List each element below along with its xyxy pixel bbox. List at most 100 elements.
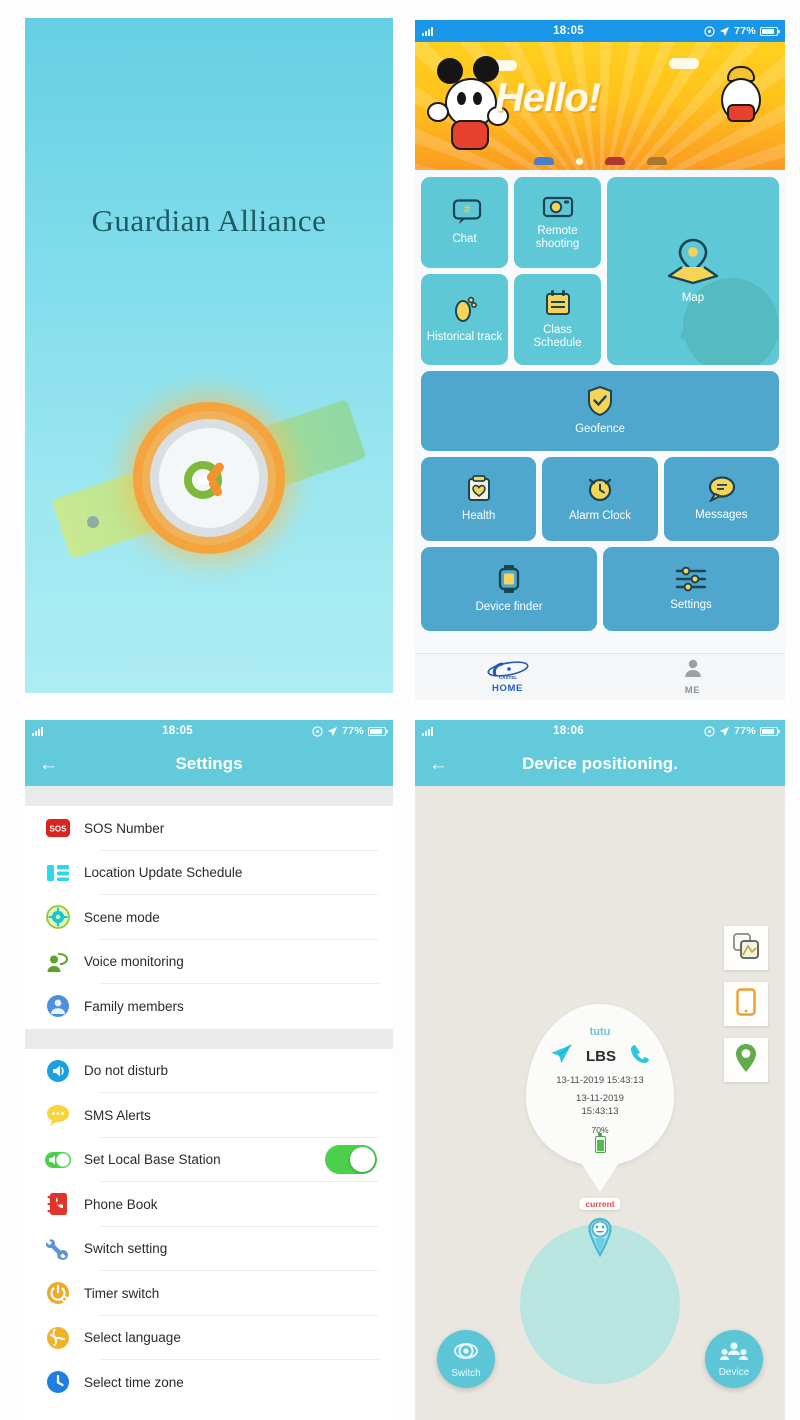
settings-row-family-members[interactable]: Family members xyxy=(25,984,393,1029)
battery-percent: 77% xyxy=(734,725,756,737)
settings-row-label: SMS Alerts xyxy=(84,1107,151,1123)
map-navbar: ← Device positioning. xyxy=(415,742,785,786)
settings-row-label: Timer switch xyxy=(84,1285,160,1301)
settings-row-phone-book[interactable]: Phone Book xyxy=(25,1182,393,1227)
tile-chat[interactable]: # Chat xyxy=(421,177,508,268)
map-layers-icon xyxy=(733,932,759,964)
navigate-icon[interactable] xyxy=(550,1044,572,1069)
location-arrow-icon xyxy=(719,726,730,736)
settings-row-label: Family members xyxy=(84,998,184,1014)
settings-screen: 18:05 77% ← Settings SOS SOS Number Loca… xyxy=(25,720,393,1420)
section-divider xyxy=(25,1028,393,1049)
tile-label: Historical track xyxy=(426,330,503,343)
tile-label: Geofence xyxy=(575,423,625,435)
tile-settings[interactable]: Settings xyxy=(603,547,779,631)
settings-row-timer-switch[interactable]: Timer switch xyxy=(25,1271,393,1316)
section-divider xyxy=(25,786,393,806)
tile-geofence[interactable]: Geofence xyxy=(421,371,779,451)
tile-label: Chat xyxy=(452,232,477,245)
device-group-icon xyxy=(720,1341,748,1366)
camera-icon xyxy=(542,194,574,222)
device-phone-button[interactable] xyxy=(724,982,768,1026)
settings-row-select-language[interactable]: Select language xyxy=(25,1316,393,1360)
cartoon-mascot-secondary-icon xyxy=(711,64,771,136)
family-group-icon xyxy=(45,993,71,1019)
settings-row-label: Voice monitoring xyxy=(84,954,184,970)
tab-me[interactable]: ME xyxy=(600,658,785,696)
statusbar-settings: 18:05 77% xyxy=(25,720,393,742)
alarm-icon xyxy=(704,725,715,737)
device-list-button[interactable]: Device xyxy=(705,1330,763,1388)
home-screen: 18:05 77% ✈ xyxy=(415,20,785,700)
statusbar-home: 18:05 77% xyxy=(415,20,785,42)
alarm-clock-icon xyxy=(586,475,614,507)
svg-text:#: # xyxy=(463,204,470,216)
statusbar-time: 18:05 xyxy=(553,25,584,37)
device-info-popup[interactable]: tutu LBS 13-11-2019 15:43:13 13-11-2019 … xyxy=(526,1004,674,1166)
message-bubble-icon xyxy=(706,476,736,506)
tile-column-left: # Chat Remote shooting Historical track … xyxy=(421,177,601,365)
base-station-toggle[interactable] xyxy=(325,1145,377,1175)
tab-home[interactable]: CASTEL HOME xyxy=(415,660,600,694)
arrow-left-icon[interactable]: ← xyxy=(39,755,58,774)
smiley-pin-icon[interactable] xyxy=(583,1216,617,1263)
fab-label: Switch xyxy=(451,1367,481,1379)
tile-map[interactable]: Map xyxy=(607,177,779,365)
settings-row-label: SOS Number xyxy=(84,820,165,836)
settings-row-select-time-zone[interactable]: Select time zone xyxy=(25,1360,393,1405)
settings-row-set-local-base-station[interactable]: Set Local Base Station xyxy=(25,1138,393,1182)
arrow-left-icon[interactable]: ← xyxy=(429,755,448,774)
settings-row-scene-mode[interactable]: Scene mode xyxy=(25,895,393,940)
map-layers-button[interactable] xyxy=(724,926,768,970)
sms-bubble-icon xyxy=(45,1102,71,1128)
phone-call-icon[interactable] xyxy=(630,1044,650,1069)
tile-class-schedule[interactable]: Class Schedule xyxy=(514,274,601,365)
tile-device-finder[interactable]: Device finder xyxy=(421,547,597,631)
timestamp-date: 13-11-2019 xyxy=(576,1093,624,1104)
settings-row-location-update-schedule[interactable]: Location Update Schedule xyxy=(25,851,393,895)
switch-view-button[interactable]: Switch xyxy=(437,1330,495,1388)
tile-alarm-clock[interactable]: Alarm Clock xyxy=(542,457,658,541)
page-title: Settings xyxy=(175,754,243,773)
watch-illustration xyxy=(51,368,367,588)
gear-circle-icon xyxy=(45,904,71,930)
banner-cars xyxy=(415,157,785,165)
settings-row-label: Location Update Schedule xyxy=(84,865,243,881)
battery-icon xyxy=(760,726,780,736)
settings-group-2: Do not disturb SMS Alerts Set Local Base… xyxy=(25,1048,393,1405)
settings-row-label: Select time zone xyxy=(84,1374,184,1390)
toggle-small-icon xyxy=(45,1147,71,1173)
settings-row-sms-alerts[interactable]: SMS Alerts xyxy=(25,1093,393,1138)
settings-group-1: SOS SOS Number Location Update Schedule xyxy=(25,806,393,1029)
splash-screen: Guardian Alliance xyxy=(25,18,393,693)
settings-row-do-not-disturb[interactable]: Do not disturb xyxy=(25,1049,393,1093)
settings-row-switch-setting[interactable]: Switch setting xyxy=(25,1227,393,1271)
settings-row-label: Set Local Base Station xyxy=(84,1152,221,1168)
sliders-icon xyxy=(675,566,707,596)
statusbar-time: 18:05 xyxy=(162,725,193,737)
map-canvas[interactable]: tutu LBS 13-11-2019 15:43:13 13-11-2019 … xyxy=(415,786,785,1420)
wrench-icon xyxy=(45,1236,71,1262)
settings-row-voice-monitoring[interactable]: Voice monitoring xyxy=(25,940,393,984)
tile-row-3: Health Alarm Clock Messages xyxy=(421,457,779,541)
locate-button[interactable] xyxy=(724,1038,768,1082)
clock-icon xyxy=(45,1369,71,1395)
banner-greeting: Hello! xyxy=(495,76,601,120)
voice-person-icon xyxy=(45,949,71,975)
settings-row-label: Switch setting xyxy=(84,1241,168,1257)
alarm-icon xyxy=(312,725,323,737)
tile-label: Health xyxy=(462,510,496,522)
speaker-icon xyxy=(45,1058,71,1084)
battery-vertical-icon xyxy=(594,1133,606,1153)
tile-health[interactable]: Health xyxy=(421,457,537,541)
tile-grid: # Chat Remote shooting Historical track … xyxy=(415,170,785,653)
screenshot-sheet: Guardian Alliance 18:05 77% Hello! # Cha… xyxy=(0,0,800,1420)
promo-banner[interactable]: ✈ Hello! xyxy=(415,42,785,170)
tile-label: Alarm Clock xyxy=(569,510,631,522)
settings-row-sos-number[interactable]: SOS SOS Number xyxy=(25,806,393,851)
tile-messages[interactable]: Messages xyxy=(663,457,779,541)
tile-remote-shooting[interactable]: Remote shooting xyxy=(514,177,601,268)
svg-text:CASTEL: CASTEL xyxy=(498,675,517,680)
tile-historical-track[interactable]: Historical track xyxy=(421,274,508,365)
svg-text:SOS: SOS xyxy=(50,825,68,834)
